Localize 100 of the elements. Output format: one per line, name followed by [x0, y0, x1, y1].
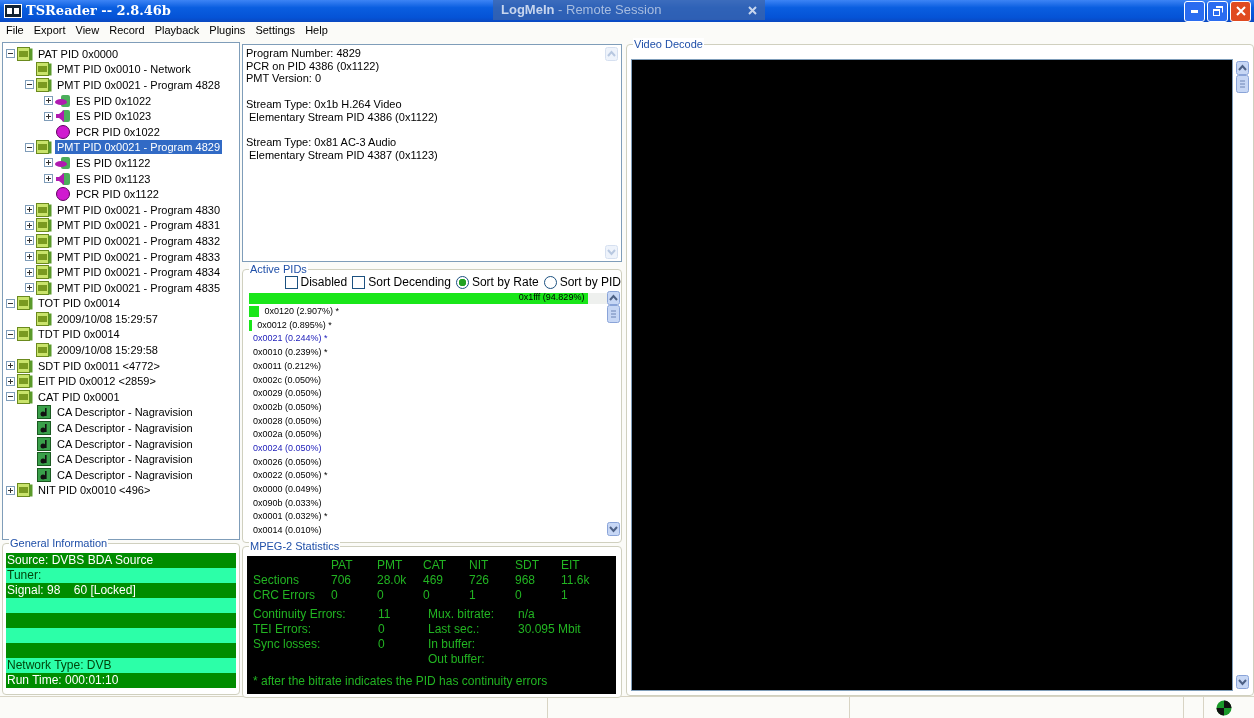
- tree-item[interactable]: TOT PID 0x0014: [36, 296, 123, 311]
- tree-item[interactable]: PMT PID 0x0021 - Program 4832: [55, 233, 223, 248]
- expand-toggle[interactable]: [24, 220, 34, 230]
- expand-toggle[interactable]: [5, 485, 15, 495]
- info-row: Source: DVBS BDA Source: [6, 553, 236, 568]
- close-button[interactable]: [1230, 0, 1251, 22]
- option-label[interactable]: Sort by PID: [559, 275, 621, 290]
- tree-item[interactable]: PMT PID 0x0021 - Program 4829: [55, 140, 223, 155]
- checkbox[interactable]: [284, 275, 298, 289]
- radio-button[interactable]: [455, 275, 469, 289]
- checkbox[interactable]: [352, 275, 366, 289]
- column-header: CAT: [423, 558, 448, 573]
- stat-value: 30.095 Mbit: [518, 622, 582, 637]
- tree-item[interactable]: EIT PID 0x0012 <2859>: [36, 374, 158, 389]
- tree-item[interactable]: PCR PID 0x1122: [74, 187, 161, 202]
- collapse-toggle[interactable]: [24, 80, 34, 90]
- tree-item[interactable]: SDT PID 0x0011 <4772>: [36, 358, 162, 373]
- tree-item[interactable]: PMT PID 0x0021 - Program 4830: [55, 202, 223, 217]
- expand-toggle[interactable]: [24, 236, 34, 246]
- stat-value: 726: [469, 573, 491, 588]
- menu-item[interactable]: File: [1, 24, 29, 38]
- pid-rate: 0x0021 (0.244%) *: [253, 332, 328, 346]
- collapse-toggle[interactable]: [5, 392, 15, 402]
- collapse-toggle[interactable]: [5, 330, 15, 339]
- scroll-up-button[interactable]: [1235, 61, 1249, 75]
- tree-item[interactable]: ES PID 0x1123: [74, 171, 153, 186]
- stat-label: Sync losses:: [253, 637, 322, 652]
- stat-value: 469: [423, 573, 445, 588]
- menu-item[interactable]: Record: [104, 24, 150, 38]
- scroll-thumb[interactable]: [1235, 75, 1249, 93]
- close-icon[interactable]: [748, 5, 757, 15]
- tree-item[interactable]: 2009/10/08 15:29:57: [55, 311, 160, 326]
- stat-value: 1: [469, 588, 477, 603]
- tree-item[interactable]: PAT PID 0x0000: [36, 46, 121, 61]
- footnote: * after the bitrate indicates the PID has continuity errors: [253, 674, 549, 689]
- expand-toggle[interactable]: [43, 111, 53, 121]
- scroll-down-button[interactable]: [1235, 675, 1249, 689]
- camera-icon: [55, 93, 71, 108]
- pid-rate: 0x0001 (0.032%) *: [253, 510, 328, 524]
- column-header: NIT: [469, 558, 490, 573]
- menu-item[interactable]: Settings: [250, 24, 301, 38]
- tree-item[interactable]: NIT PID 0x0010 <496>: [36, 483, 153, 498]
- menu-item[interactable]: Help: [300, 24, 333, 38]
- tree-item[interactable]: ES PID 0x1122: [74, 155, 153, 170]
- pid-rate: 0x1fff (94.829%): [518, 291, 585, 305]
- tree-item[interactable]: PMT PID 0x0021 - Program 4834: [55, 265, 223, 280]
- option-label[interactable]: Sort by Rate: [471, 275, 539, 290]
- menu-item[interactable]: View: [70, 24, 105, 38]
- expand-toggle[interactable]: [24, 267, 34, 277]
- scroll-up-button[interactable]: [607, 291, 620, 306]
- option-label[interactable]: Sort Decending: [368, 275, 451, 290]
- restore-button[interactable]: [1207, 0, 1228, 22]
- menu-item[interactable]: Export: [28, 24, 71, 38]
- expand-toggle[interactable]: [5, 361, 15, 371]
- expand-toggle[interactable]: [24, 205, 34, 215]
- tree-item[interactable]: PMT PID 0x0010 - Network: [55, 62, 193, 77]
- table-icon: [17, 296, 33, 311]
- tree-item[interactable]: ES PID 0x1022: [74, 93, 154, 108]
- radio-button[interactable]: [543, 275, 557, 289]
- scroll-thumb[interactable]: [607, 305, 620, 324]
- expand-toggle[interactable]: [43, 158, 53, 168]
- tree-item[interactable]: CA Descriptor - Nagravision: [55, 467, 195, 482]
- tree-item[interactable]: CA Descriptor - Nagravision: [55, 421, 195, 436]
- tree-item[interactable]: CAT PID 0x0001: [36, 389, 122, 404]
- expand-toggle[interactable]: [24, 283, 34, 293]
- collapse-toggle[interactable]: [24, 142, 34, 152]
- collapse-toggle[interactable]: [5, 298, 15, 308]
- tree-item[interactable]: PCR PID 0x1022: [74, 124, 162, 139]
- expand-toggle[interactable]: [24, 252, 34, 261]
- menu-item[interactable]: Playback: [149, 24, 205, 38]
- minimize-button[interactable]: [1184, 0, 1205, 22]
- tree-item[interactable]: PMT PID 0x0021 - Program 4833: [55, 249, 223, 264]
- menu-item[interactable]: Plugins: [204, 24, 251, 38]
- tree-item[interactable]: PMT PID 0x0021 - Program 4835: [55, 280, 223, 295]
- pid-rate: 0x0011 (0.212%): [253, 359, 321, 373]
- stat-value: 0: [377, 588, 385, 603]
- tree-item[interactable]: ES PID 0x1023: [74, 109, 154, 124]
- pid-rate: 0x0010 (0.239%) *: [253, 346, 328, 360]
- info-line: Elementary Stream PID 4387 (0x1123): [248, 148, 439, 162]
- tree-item[interactable]: PMT PID 0x0021 - Program 4831: [55, 218, 223, 233]
- tree-item[interactable]: CA Descriptor - Nagravision: [55, 405, 195, 420]
- tree-item[interactable]: TDT PID 0x0014: [36, 327, 122, 342]
- table-icon: [36, 62, 52, 77]
- remote-session-title: LogMeIn - Remote Session: [501, 2, 662, 18]
- column-header: SDT: [515, 558, 540, 573]
- tree-item[interactable]: PMT PID 0x0021 - Program 4828: [55, 78, 223, 92]
- expand-toggle[interactable]: [5, 376, 15, 386]
- info-line: Program Number: 4829: [246, 47, 362, 60]
- pid-rate: 0x0000 (0.049%): [253, 483, 322, 496]
- scroll-down-button[interactable]: [607, 522, 620, 537]
- stat-value: 0: [378, 637, 386, 652]
- tree-item[interactable]: CA Descriptor - Nagravision: [55, 452, 195, 467]
- collapse-toggle[interactable]: [5, 49, 15, 59]
- pid-rate: 0x0120 (2.907%) *: [264, 305, 339, 319]
- expand-toggle[interactable]: [43, 96, 53, 106]
- tree-item[interactable]: CA Descriptor - Nagravision: [55, 436, 195, 451]
- option-label[interactable]: Disabled: [300, 275, 348, 290]
- tree-item[interactable]: 2009/10/08 15:29:58: [55, 343, 160, 358]
- info-row: Signal: 98 60 [Locked]: [6, 583, 236, 598]
- expand-toggle[interactable]: [43, 174, 53, 184]
